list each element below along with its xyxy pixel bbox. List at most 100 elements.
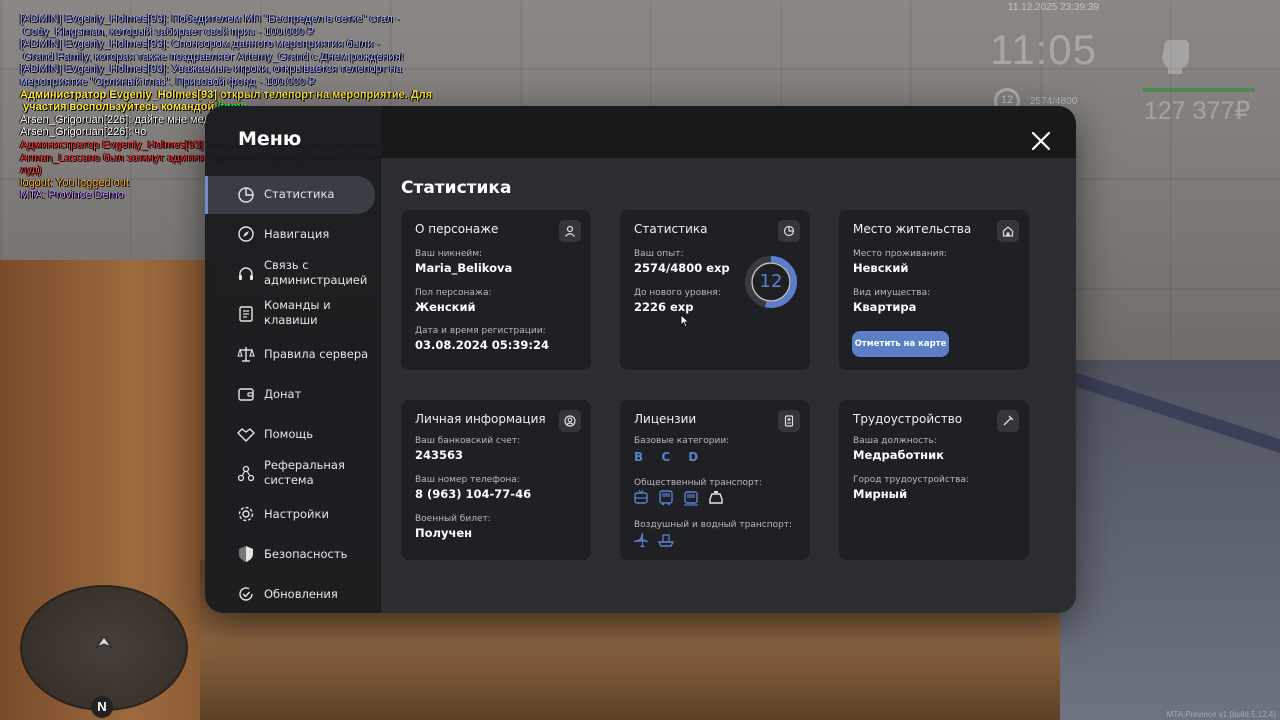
exp-value: 2574/4800 exp (634, 261, 730, 275)
nav-label: Помощь (264, 427, 314, 441)
menu-title: Меню (238, 128, 302, 150)
chat-text: [ADMIN] Evgeniy_Holmes[93]: Уважаемые иг… (20, 63, 402, 76)
refresh-check-icon (239, 587, 253, 601)
card-title: Лицензии (634, 412, 697, 426)
nav-label: Правила сервера (264, 347, 369, 361)
nav-item-donate[interactable]: Донат (205, 374, 375, 414)
chat-line: [ADMIN] Evgeniy_Holmes[93]: Уважаемые иг… (20, 63, 440, 76)
chat-line: [ADMIN] Evgeniy_Holmes[93]: Победителем … (20, 13, 440, 26)
chat-line: Grand Family, которая также поздравляет … (20, 51, 440, 64)
content-title: Статистика (401, 178, 512, 198)
nav-label: Донат (264, 387, 302, 401)
card-title: Статистика (634, 222, 708, 236)
work-city-label: Город трудоустройства: (853, 475, 969, 485)
card-persona: О персонаже Ваш никнейм: Maria_Belikova … (401, 210, 591, 370)
bank-value: 243563 (415, 448, 464, 462)
air-water-icons (632, 532, 675, 548)
property-value: Квартира (853, 300, 917, 314)
nav-label: Связь с администрацией (264, 258, 368, 287)
handshake-icon (237, 428, 255, 442)
boat-icon (657, 534, 675, 547)
gender-value: Женский (415, 300, 476, 314)
chat-text: луд) (20, 164, 42, 177)
nav-label: Навигация (264, 227, 330, 241)
gear-icon (238, 506, 254, 522)
nav-item-settings[interactable]: Настройки (205, 494, 375, 534)
headset-icon (239, 267, 253, 280)
shield-icon (239, 546, 253, 562)
next-level-value: 2226 exp (634, 300, 694, 314)
military-label: Военный билет: (415, 514, 491, 524)
user-circle-icon (559, 410, 581, 432)
hud-date: 11.12.2025 23:39:39 (1008, 2, 1100, 13)
card-title: О персонаже (415, 222, 499, 236)
nick-value: Maria_Belikova (415, 261, 513, 275)
nav-label: Обновления (264, 587, 338, 601)
wallet-icon (238, 388, 254, 401)
close-icon[interactable] (1030, 130, 1052, 152)
compass-icon (238, 226, 254, 242)
public-transport-icons (632, 490, 725, 506)
nav-label: Безопасность (264, 547, 348, 561)
bank-label: Ваш банковский счет: (415, 436, 521, 446)
card-employment: Трудоустройство Ваша должность: Медработ… (839, 400, 1029, 560)
plane-icon (634, 533, 648, 547)
next-level-label: До нового уровня: (634, 288, 721, 298)
position-label: Ваша должность: (853, 436, 937, 446)
place-label: Место проживания: (853, 249, 947, 259)
chat-text: мероприятие "Орлиный глаз". Призовой фон… (20, 75, 316, 88)
reg-value: 03.08.2024 05:39:24 (415, 338, 549, 352)
public-transport-label: Общественный транспорт: (634, 478, 762, 488)
chat-line: мероприятие "Орлиный глаз". Призовой фон… (20, 76, 440, 89)
property-label: Вид имущества: (853, 288, 931, 298)
gender-label: Пол персонажа: (415, 288, 492, 298)
card-licenses: Лицензии Базовые категории: B C D Общест… (620, 400, 810, 560)
taxi-icon (709, 491, 723, 504)
chart-pie-icon (778, 220, 800, 242)
nav-label: Команды и клавиши (264, 298, 331, 327)
nav-item-referral[interactable]: Реферальная система (205, 454, 375, 494)
hud-money: 127 377₽ (1144, 97, 1251, 125)
position-value: Медработник (853, 448, 944, 462)
nav-item-contact-admin[interactable]: Связь с администрацией (205, 254, 375, 294)
phone-label: Ваш номер телефона: (415, 475, 520, 485)
document-icon (239, 306, 253, 322)
nav-item-rules[interactable]: Правила сервера (205, 334, 375, 374)
base-categories-label: Базовые категории: (634, 436, 730, 446)
hud-clock: 11:05 (990, 26, 1097, 73)
minimap-north: N (91, 696, 113, 718)
chat-line: Администратор Evgeniy_Holmes[93] открыл … (20, 89, 440, 102)
chat-text: участия воспользуйтесь командой (20, 101, 218, 114)
mark-on-map-button[interactable]: Отметить на карте (852, 331, 949, 357)
nav-label: Статистика (264, 187, 335, 201)
card-title: Место жительства (853, 222, 972, 236)
network-icon (237, 465, 255, 482)
nav-label: Реферальная система (264, 458, 345, 487)
scales-icon (237, 347, 255, 362)
nav-item-security[interactable]: Безопасность (205, 534, 375, 574)
fist-icon (1162, 40, 1189, 74)
chat-text: MTA: Province Demo (20, 189, 124, 202)
nav-item-commands[interactable]: Команды и клавиши (205, 294, 375, 334)
nick-label: Ваш никнейм: (415, 249, 483, 259)
trolleybus-icon (634, 490, 648, 504)
nav-item-help[interactable]: Помощь (205, 414, 375, 454)
card-statistics: Статистика Ваш опыт: 2574/4800 exp До но… (620, 210, 810, 370)
mouse-cursor-icon (680, 314, 690, 328)
chat-line: [ADMIN] Evgeniy_Holmes[93]: Спонсором да… (20, 38, 440, 51)
chat-text: [ADMIN] Evgeniy_Holmes[93]: Спонсором да… (20, 38, 380, 51)
military-value: Получен (415, 526, 473, 540)
card-title: Трудоустройство (853, 412, 963, 426)
nav-item-navigation[interactable]: Навигация (205, 214, 375, 254)
chat-text: Администратор Evgeniy_Holmes[93] открыл … (20, 88, 432, 101)
hud-level: 12 (1001, 94, 1014, 106)
chat-text: Cody_Kingsman, который забирает свой при… (20, 25, 315, 38)
air-water-label: Воздушный и водный транспорт: (634, 520, 793, 530)
chat-text: [ADMIN] Evgeniy_Holmes[93]: Победителем … (20, 13, 400, 25)
card-residence: Место жительства Место проживания: Невск… (839, 210, 1029, 370)
nav-item-statistics[interactable]: Статистика (205, 176, 375, 214)
menu-modal: Меню Статистика Навигация Связь с админи… (205, 106, 1076, 613)
home-icon (997, 220, 1019, 242)
nav-item-updates[interactable]: Обновления (205, 574, 375, 613)
bus-icon (659, 490, 673, 506)
